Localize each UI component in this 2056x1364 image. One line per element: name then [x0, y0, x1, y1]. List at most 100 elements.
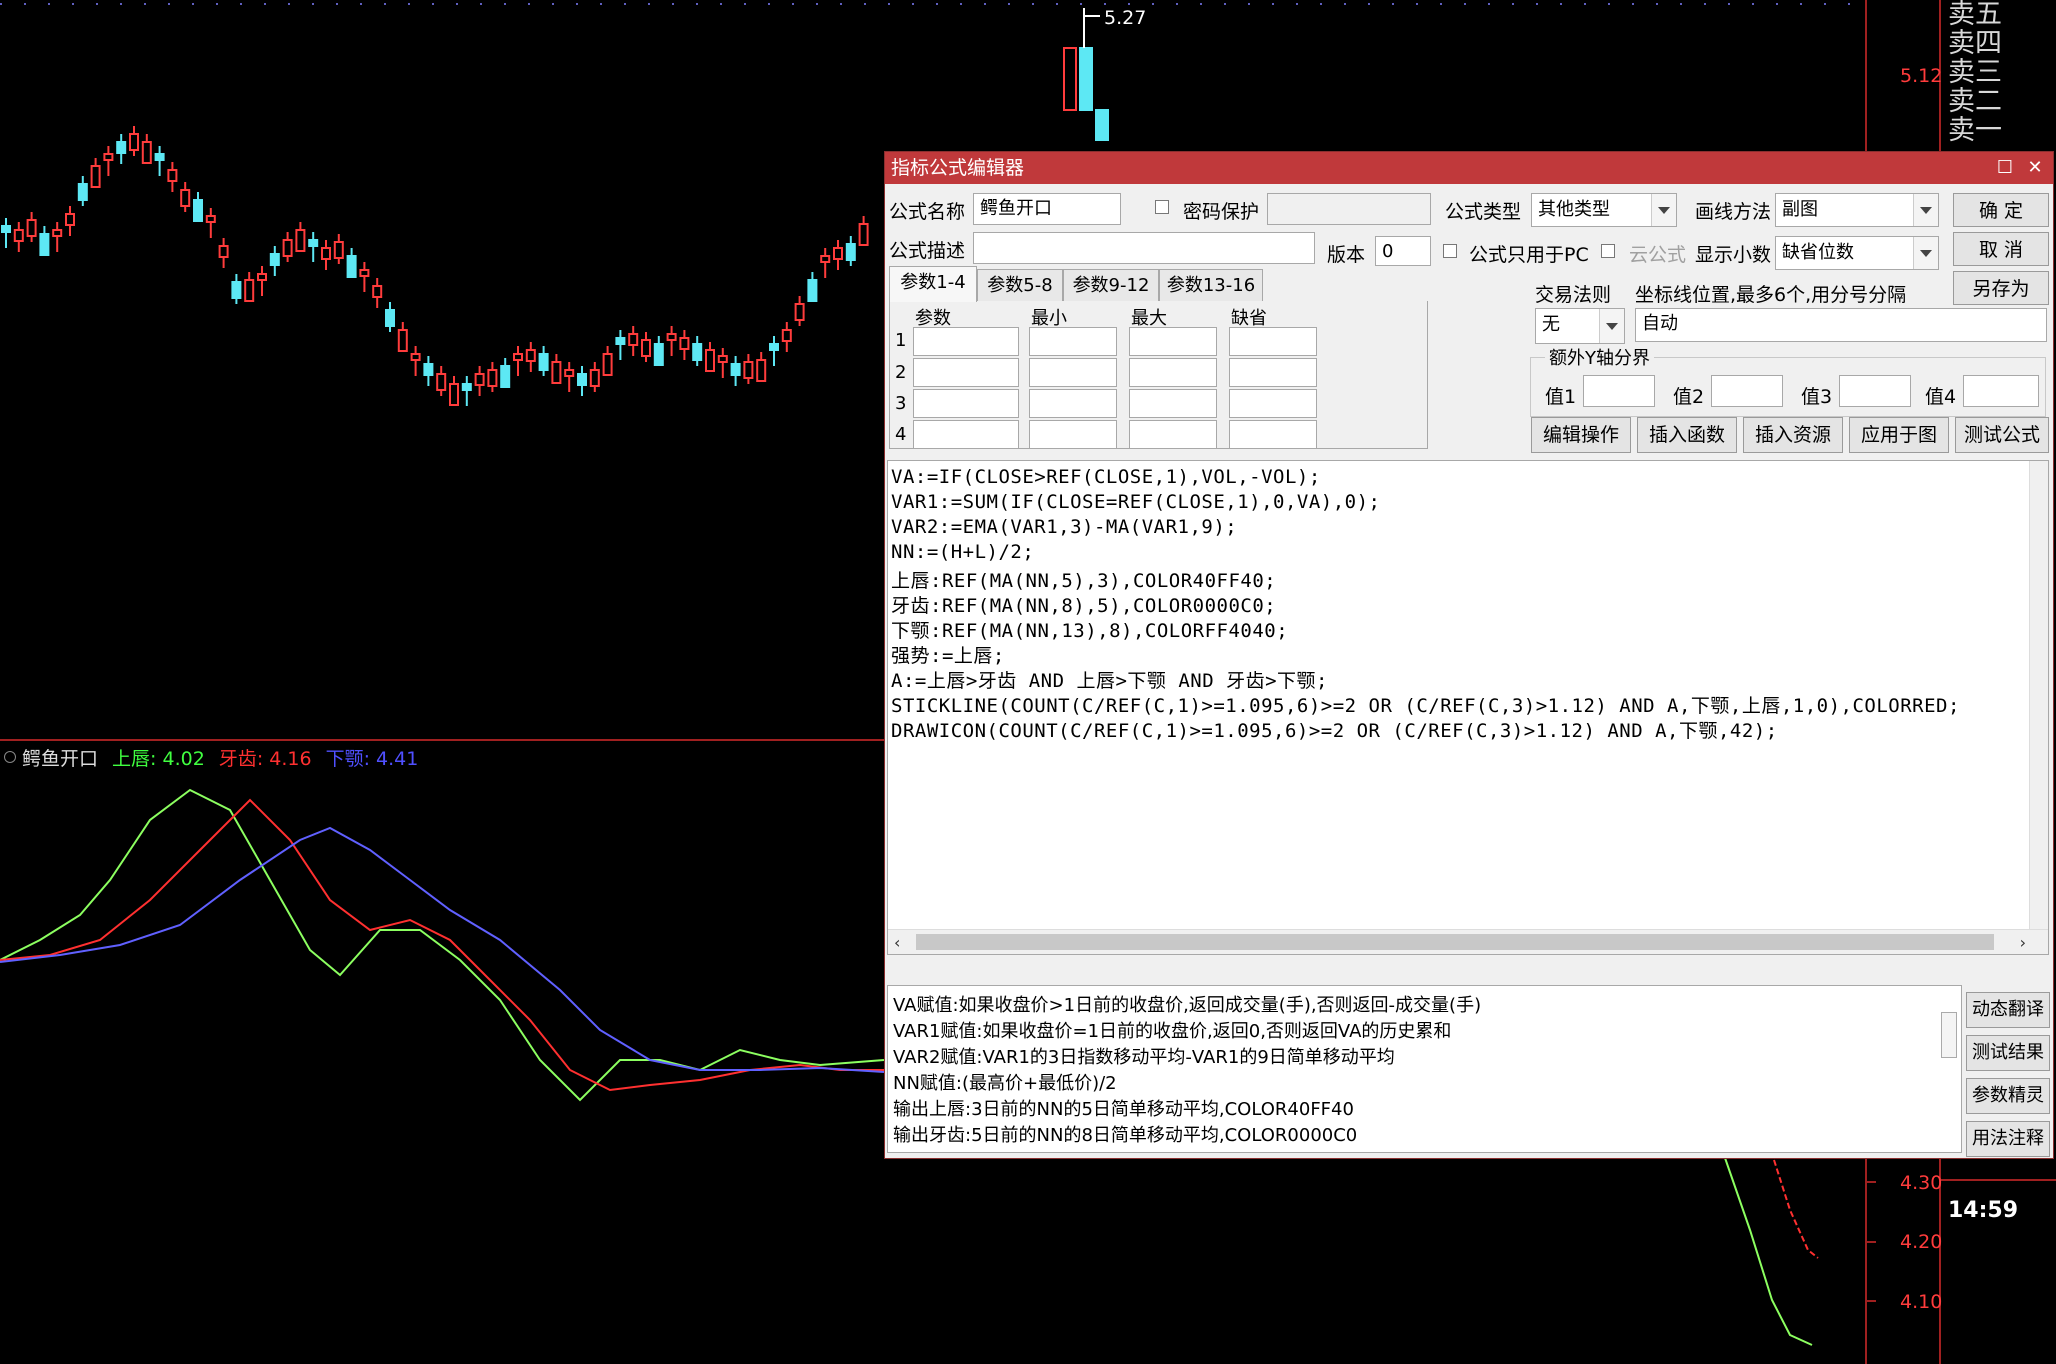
formula-desc-label: 公式描述: [889, 240, 966, 262]
pc-only-label: 公式只用于PC: [1469, 244, 1589, 266]
cloud-label: 云公式: [1629, 244, 1687, 266]
param-cell[interactable]: [1229, 420, 1317, 449]
pc-only-checkbox[interactable]: [1443, 244, 1457, 258]
trade-rule-select[interactable]: 无: [1535, 308, 1625, 344]
insert-res-button[interactable]: 插入资源: [1743, 417, 1843, 453]
formula-desc-input[interactable]: [973, 232, 1315, 264]
candle-body: [756, 359, 767, 382]
explain-line: 输出牙齿:5日前的NN的8日简单移动平均,COLOR0000C0: [893, 1125, 1358, 1146]
ok-button[interactable]: 确 定: [1953, 193, 2049, 227]
scroll-left-icon[interactable]: ‹: [894, 933, 900, 952]
tab-params-5-8[interactable]: 参数5-8: [977, 269, 1063, 301]
val1-input[interactable]: [1583, 375, 1655, 407]
dynamic-translate-button[interactable]: 动态翻译: [1966, 992, 2050, 1028]
candle-body: [538, 353, 549, 371]
cloud-checkbox[interactable]: [1601, 244, 1615, 258]
indicator-settings-icon[interactable]: [4, 751, 16, 763]
coord-input[interactable]: 自动: [1635, 308, 2047, 342]
draw-method-select[interactable]: 副图: [1775, 193, 1939, 227]
candle-body: [436, 373, 447, 391]
usage-note-button[interactable]: 用法注释: [1966, 1121, 2050, 1157]
param-cell[interactable]: [1029, 389, 1117, 418]
time-label: 14:59: [1948, 1198, 2019, 1223]
password-input[interactable]: [1267, 193, 1431, 225]
candle-body: [77, 183, 88, 201]
param-cell[interactable]: [913, 389, 1019, 418]
horizontal-scrollbar[interactable]: [888, 929, 2048, 954]
lower-jaw-label: 下颚: 4.41: [325, 747, 419, 770]
code-line: 下颚:REF(MA(NN,13),8),COLORFF4040;: [891, 620, 1289, 642]
candle-body: [692, 343, 703, 361]
maximize-icon[interactable]: ☐: [1991, 152, 2019, 184]
candle-body: [1079, 47, 1093, 111]
scrollbar-thumb[interactable]: [916, 934, 1994, 950]
formula-name-label: 公式名称: [889, 201, 966, 223]
test-result-button[interactable]: 测试结果: [1966, 1035, 2050, 1071]
chevron-down-icon: [1913, 237, 1938, 269]
param-cell[interactable]: [1129, 420, 1217, 449]
indicator-name[interactable]: 鳄鱼开口: [22, 744, 98, 771]
cancel-button[interactable]: 取 消: [1953, 232, 2049, 266]
code-line: DRAWICON(COUNT(C/REF(C,1)>=1.095,6)>=2 O…: [891, 720, 1778, 742]
tab-params-1-4[interactable]: 参数1-4: [889, 266, 977, 302]
extra-y-label: 额外Y轴分界: [1545, 344, 1654, 370]
dialog-titlebar[interactable]: 指标公式编辑器 ☐ ✕: [885, 152, 2053, 184]
candlesticks: [1, 126, 869, 406]
apply-to-chart-button[interactable]: 应用于图: [1849, 417, 1949, 453]
param-cell[interactable]: [1229, 358, 1317, 387]
val3-input[interactable]: [1839, 375, 1911, 407]
orderbook-sell5: 卖五: [1948, 0, 2002, 30]
version-input[interactable]: 0: [1375, 236, 1431, 266]
candle-body: [845, 243, 856, 261]
explain-line: NN赋值:(最高价+最低价)/2: [893, 1073, 1117, 1094]
candle-body: [282, 239, 293, 257]
price-axis-label: 4.20: [1900, 1231, 1942, 1253]
password-checkbox[interactable]: [1155, 200, 1169, 214]
param-cell[interactable]: [1029, 420, 1117, 449]
param-cell[interactable]: [913, 358, 1019, 387]
candle-body: [551, 361, 562, 384]
param-cell[interactable]: [913, 420, 1019, 449]
formula-name-input[interactable]: 鳄鱼开口: [973, 193, 1121, 225]
save-as-button[interactable]: 另存为: [1953, 271, 2049, 305]
test-formula-button[interactable]: 测试公式: [1955, 417, 2049, 453]
param-row-num: 3: [895, 393, 907, 414]
param-cell[interactable]: [1129, 327, 1217, 356]
param-cell[interactable]: [1029, 358, 1117, 387]
close-icon[interactable]: ✕: [2021, 152, 2049, 184]
insert-func-button[interactable]: 插入函数: [1637, 417, 1737, 453]
val2-input[interactable]: [1711, 375, 1783, 407]
param-cell[interactable]: [913, 327, 1019, 356]
lower-jaw-line: [0, 826, 885, 1073]
edit-ops-button[interactable]: 编辑操作: [1531, 417, 1631, 453]
val4-input[interactable]: [1963, 375, 2039, 407]
candle-body: [423, 363, 434, 376]
scroll-right-icon[interactable]: ›: [2020, 933, 2026, 952]
candle-body: [666, 333, 677, 341]
chevron-down-icon: [1651, 194, 1676, 226]
param-cell[interactable]: [1029, 327, 1117, 356]
orderbook-sell3: 卖三: [1948, 57, 2002, 88]
param-cell[interactable]: [1129, 389, 1217, 418]
param-cell[interactable]: [1229, 327, 1317, 356]
val3-label: 值3: [1801, 386, 1833, 408]
tab-params-9-12[interactable]: 参数9-12: [1063, 269, 1159, 301]
teeth-line-right: [1773, 1159, 1819, 1259]
candle-body: [730, 363, 741, 376]
tab-params-13-16[interactable]: 参数13-16: [1159, 269, 1263, 301]
formula-type-select[interactable]: 其他类型: [1531, 193, 1677, 227]
candle-body: [385, 309, 395, 327]
formula-code-editor[interactable]: VA:=IF(CLOSE>REF(CLOSE,1),VOL,-VOL); VAR1…: [887, 460, 2049, 955]
explain-scrollbar[interactable]: [1941, 1012, 1957, 1058]
indicator-title-bar: 鳄鱼开口 上唇: 4.02 牙齿: 4.16 下颚: 4.41: [0, 742, 418, 772]
candle-body: [769, 343, 779, 351]
param-cell[interactable]: [1229, 389, 1317, 418]
candle-body: [487, 369, 498, 387]
candle-body: [564, 369, 575, 377]
vertical-scrollbar[interactable]: [2029, 461, 2048, 931]
param-cell[interactable]: [1129, 358, 1217, 387]
decimals-select[interactable]: 缺省位数: [1775, 236, 1939, 270]
candle-body: [193, 199, 203, 222]
chevron-down-icon: [1913, 194, 1938, 226]
param-wizard-button[interactable]: 参数精灵: [1966, 1078, 2050, 1114]
